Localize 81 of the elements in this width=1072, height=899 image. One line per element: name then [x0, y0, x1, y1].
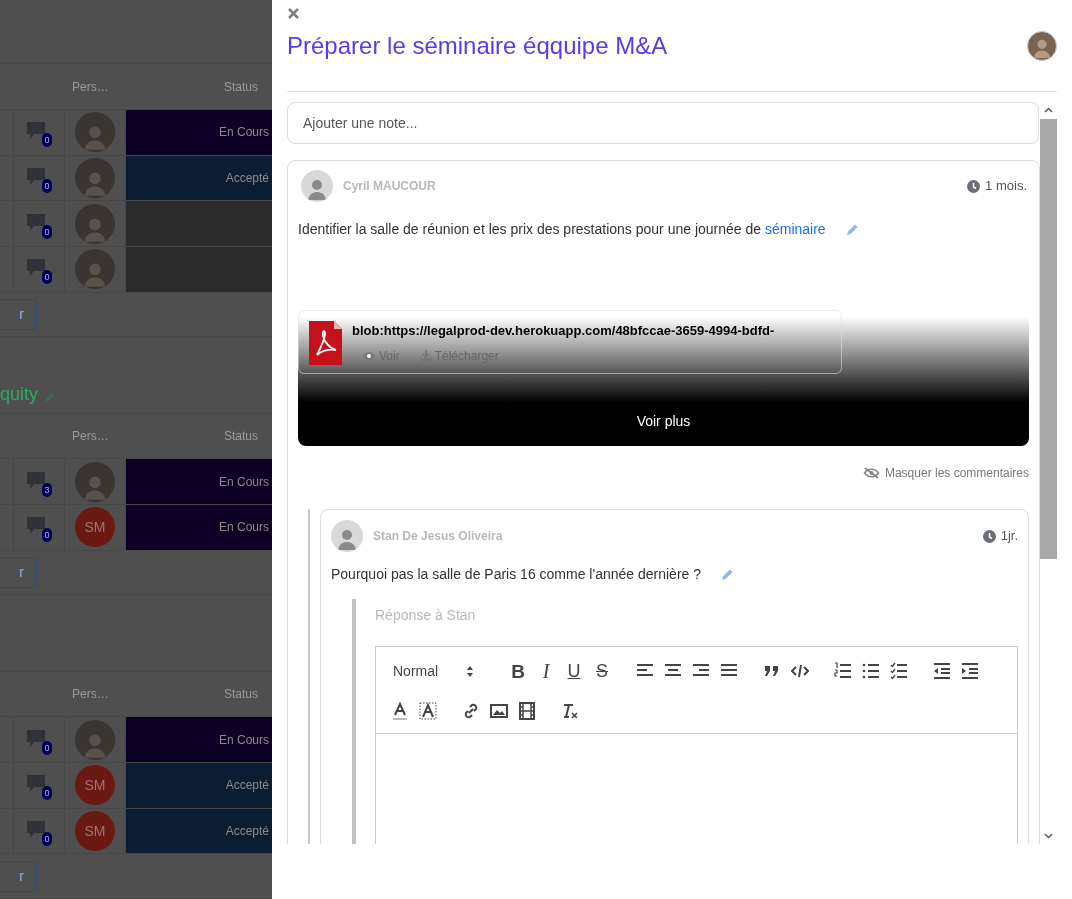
download-icon	[419, 349, 432, 362]
checklist-icon	[890, 662, 908, 680]
count-badge: 0	[42, 786, 52, 801]
avatar: SM	[75, 507, 115, 548]
count-badge: 3	[42, 482, 52, 497]
avatar: SM	[75, 811, 115, 851]
clock-icon	[982, 529, 996, 543]
status-cell: En Cours	[126, 459, 272, 505]
author-name: Stan De Jesus Oliveira	[373, 528, 503, 545]
status-cell: En Cours	[126, 505, 272, 550]
reply-text: Pourquoi pas la salle de Paris 16 comme l'année dernière ?	[331, 564, 701, 584]
button[interactable]: r	[0, 299, 37, 330]
timestamp: 1 mois.	[985, 177, 1027, 196]
column-header: Status	[223, 686, 259, 704]
indent-icon	[961, 662, 979, 680]
chevron-down-icon	[1044, 833, 1053, 839]
status-cell: Accepté	[126, 763, 272, 808]
author-name: Cyril MAUCOUR	[343, 178, 436, 195]
count-badge: 0	[42, 740, 52, 755]
code-icon	[791, 662, 809, 680]
bold-button[interactable]: B	[504, 657, 532, 685]
button[interactable]: r	[0, 860, 37, 892]
column-header: Pers…	[72, 686, 110, 704]
pencil-icon	[845, 222, 859, 236]
speech-bubble-icon	[26, 121, 46, 141]
clear-formatting-icon	[561, 702, 579, 720]
chevron-up-icon	[1044, 107, 1053, 113]
count-badge: 0	[42, 179, 52, 194]
status-cell: En Cours	[126, 110, 272, 155]
column-header: Pers…	[72, 78, 110, 96]
speech-bubble-icon	[26, 820, 46, 839]
close-icon	[287, 6, 300, 20]
strikethrough-button[interactable]: S	[588, 657, 616, 685]
highlight-color-icon	[419, 702, 437, 720]
link[interactable]: séminaire	[764, 220, 826, 237]
section-title: quity	[0, 384, 39, 403]
format-dropdown[interactable]: Normal	[386, 657, 486, 685]
count-badge: 0	[42, 224, 52, 239]
avatar: SM	[75, 765, 115, 806]
eye-icon	[362, 350, 376, 361]
button[interactable]: r	[0, 557, 37, 589]
comment-text: Identifier la salle de réunion et les prix des prestations pour une journée de séminaire	[298, 219, 826, 239]
pdf-file-icon	[309, 321, 342, 365]
italic-button[interactable]: I	[532, 657, 560, 685]
video-icon	[518, 702, 536, 720]
bullet-list-icon	[862, 662, 880, 680]
speech-bubble-icon	[26, 516, 46, 536]
underline-button[interactable]: U	[560, 657, 588, 685]
link-icon	[462, 702, 480, 720]
clock-icon	[967, 179, 981, 193]
speech-bubble-icon	[26, 212, 46, 232]
speech-bubble-icon	[26, 167, 46, 187]
status-cell: Accepté	[126, 808, 272, 854]
task-title: Préparer le séminaire éqquipe M&A	[287, 31, 668, 61]
sort-arrows-icon	[466, 665, 474, 677]
reply-input[interactable]: Réponse à Stan	[375, 607, 675, 624]
count-badge: 0	[42, 270, 52, 285]
file-name: blob:https://legalprod-dev.herokuapp.com/48bfccae-3659-4994-bdfd-	[352, 322, 775, 340]
pencil-icon	[721, 567, 734, 581]
column-header: Status	[223, 78, 259, 96]
count-badge: 0	[42, 528, 52, 543]
column-header: Status	[223, 428, 259, 446]
ordered-list-icon	[834, 662, 852, 680]
image-icon	[490, 702, 508, 720]
timestamp: 1jr.	[1000, 527, 1018, 546]
speech-bubble-icon	[26, 728, 46, 748]
speech-bubble-icon	[26, 470, 46, 490]
count-badge: 0	[42, 832, 52, 846]
hide-comments-button[interactable]: Masquer les commentaires	[862, 464, 1029, 482]
column-header: Pers…	[72, 428, 110, 446]
status-cell: En Cours	[126, 717, 272, 763]
eye-slash-icon	[862, 467, 880, 479]
note-input[interactable]: Ajouter une note...	[287, 102, 1039, 144]
speech-bubble-icon	[26, 774, 46, 794]
status-cell: Accepté	[126, 155, 272, 201]
text-color-icon	[391, 702, 409, 720]
speech-bubble-icon	[26, 258, 46, 278]
outdent-icon	[933, 662, 951, 680]
see-more-button[interactable]: Voir plus	[636, 411, 691, 432]
count-badge: 0	[42, 133, 52, 148]
pencil-icon	[44, 390, 57, 403]
